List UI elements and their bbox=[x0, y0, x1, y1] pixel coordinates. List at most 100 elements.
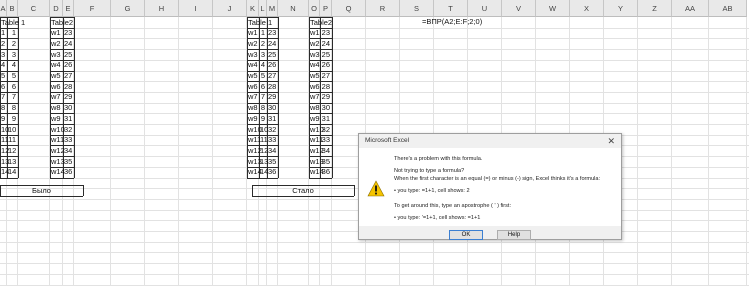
table2-value-cell[interactable]: 35 bbox=[64, 157, 72, 168]
column-header-e[interactable]: E bbox=[63, 0, 74, 17]
table1-key-cell[interactable]: 11 bbox=[1, 135, 9, 146]
lookup-result-cell[interactable]: 34 bbox=[268, 146, 276, 157]
table2-key-cell[interactable]: w3 bbox=[51, 50, 61, 61]
table2-value-cell[interactable]: 36 bbox=[321, 167, 330, 178]
column-header-f[interactable]: F bbox=[74, 0, 111, 17]
table1-key-cell[interactable]: 2 bbox=[1, 39, 5, 50]
table1-value-cell[interactable]: 10 bbox=[260, 125, 268, 136]
table2-key-cell[interactable]: w13 bbox=[51, 157, 65, 168]
table1-value-cell[interactable]: 6 bbox=[260, 82, 265, 93]
table1-key-cell[interactable]: w3 bbox=[248, 50, 258, 61]
table1-key-cell[interactable]: w8 bbox=[248, 103, 258, 114]
table2-key-cell[interactable]: w10 bbox=[310, 125, 324, 136]
table2-value-cell[interactable]: 26 bbox=[64, 60, 72, 71]
table2-key-cell[interactable]: w12 bbox=[310, 146, 324, 157]
table1-key-cell[interactable]: w10 bbox=[248, 125, 262, 136]
table1-key-cell[interactable]: 9 bbox=[1, 114, 5, 125]
table2-key-cell[interactable]: w1 bbox=[51, 28, 61, 39]
table1-value-cell[interactable]: 8 bbox=[8, 103, 16, 114]
column-header-ab[interactable]: AB bbox=[709, 0, 747, 17]
table2-value-cell[interactable]: 32 bbox=[321, 125, 330, 136]
table2-key-cell[interactable]: w11 bbox=[310, 135, 323, 146]
lookup-result-cell[interactable]: 24 bbox=[268, 39, 276, 50]
table1-header-after[interactable]: Table 1 bbox=[248, 18, 285, 29]
table2-key-cell[interactable]: w1 bbox=[310, 28, 320, 39]
table2-key-cell[interactable]: w6 bbox=[51, 82, 61, 93]
lookup-result-cell[interactable]: 29 bbox=[268, 92, 276, 103]
table2-key-cell[interactable]: w2 bbox=[51, 39, 61, 50]
lookup-result-cell[interactable]: 32 bbox=[268, 125, 276, 136]
table1-key-cell[interactable]: 1 bbox=[1, 28, 5, 39]
table1-key-cell[interactable]: 12 bbox=[1, 146, 9, 157]
column-header-d[interactable]: D bbox=[50, 0, 63, 17]
table2-key-cell[interactable]: w7 bbox=[310, 92, 320, 103]
table1-key-cell[interactable]: w12 bbox=[248, 146, 262, 157]
lookup-result-cell[interactable]: 31 bbox=[268, 114, 276, 125]
close-icon[interactable]: ✕ bbox=[607, 135, 615, 147]
column-header-aa[interactable]: AA bbox=[672, 0, 709, 17]
table2-key-cell[interactable]: w9 bbox=[310, 114, 320, 125]
table1-value-cell[interactable]: 12 bbox=[8, 146, 16, 157]
lookup-result-cell[interactable]: 33 bbox=[268, 135, 276, 146]
column-header-b[interactable]: B bbox=[7, 0, 18, 17]
table2-value-cell[interactable]: 23 bbox=[64, 28, 72, 39]
table2-value-cell[interactable]: 25 bbox=[64, 50, 72, 61]
table2-key-cell[interactable]: w6 bbox=[310, 82, 320, 93]
table2-key-cell[interactable]: w2 bbox=[310, 39, 320, 50]
table1-value-cell[interactable]: 8 bbox=[260, 103, 265, 114]
table1-key-cell[interactable]: w4 bbox=[248, 60, 258, 71]
table2-key-cell[interactable]: w7 bbox=[51, 92, 61, 103]
table1-value-cell[interactable]: 14 bbox=[260, 167, 268, 178]
table2-value-cell[interactable]: 27 bbox=[321, 71, 330, 82]
column-header-p[interactable]: P bbox=[320, 0, 332, 17]
table2-value-cell[interactable]: 35 bbox=[321, 157, 330, 168]
column-header-s[interactable]: S bbox=[400, 0, 434, 17]
table1-value-cell[interactable]: 10 bbox=[8, 125, 16, 136]
table1-value-cell[interactable]: 6 bbox=[8, 82, 16, 93]
column-header-k[interactable]: K bbox=[247, 0, 259, 17]
table1-key-cell[interactable]: w1 bbox=[248, 28, 258, 39]
table2-value-cell[interactable]: 30 bbox=[321, 103, 330, 114]
table1-key-cell[interactable]: w2 bbox=[248, 39, 258, 50]
lookup-result-cell[interactable]: 23 bbox=[268, 28, 276, 39]
column-header-w[interactable]: W bbox=[536, 0, 570, 17]
table1-value-cell[interactable]: 1 bbox=[260, 28, 265, 39]
table1-value-cell[interactable]: 9 bbox=[8, 114, 16, 125]
table1-key-cell[interactable]: 7 bbox=[1, 92, 5, 103]
table1-key-cell[interactable]: 10 bbox=[1, 125, 9, 136]
column-header-y[interactable]: Y bbox=[604, 0, 638, 17]
table2-value-cell[interactable]: 30 bbox=[64, 103, 72, 114]
table2-value-cell[interactable]: 34 bbox=[321, 146, 330, 157]
column-header-u[interactable]: U bbox=[468, 0, 502, 17]
column-header-o[interactable]: O bbox=[309, 0, 320, 17]
table1-value-cell[interactable]: 2 bbox=[8, 39, 16, 50]
table1-value-cell[interactable]: 11 bbox=[8, 135, 16, 146]
table2-value-cell[interactable]: 31 bbox=[64, 114, 72, 125]
table1-key-cell[interactable]: 5 bbox=[1, 71, 5, 82]
lookup-result-cell[interactable]: 28 bbox=[268, 82, 276, 93]
table1-value-cell[interactable]: 4 bbox=[260, 60, 265, 71]
column-header-v[interactable]: V bbox=[502, 0, 536, 17]
table2-key-cell[interactable]: w11 bbox=[51, 135, 64, 146]
table1-value-cell[interactable]: 5 bbox=[260, 71, 265, 82]
table2-value-cell[interactable]: 28 bbox=[64, 82, 72, 93]
column-header-x[interactable]: X bbox=[570, 0, 604, 17]
table1-key-cell[interactable]: w5 bbox=[248, 71, 258, 82]
column-header-g[interactable]: G bbox=[111, 0, 145, 17]
lookup-result-cell[interactable]: 36 bbox=[268, 167, 276, 178]
table2-key-cell[interactable]: w5 bbox=[51, 71, 61, 82]
table2-value-cell[interactable]: 29 bbox=[64, 92, 72, 103]
table2-key-cell[interactable]: w5 bbox=[310, 71, 320, 82]
table2-value-cell[interactable]: 25 bbox=[321, 50, 330, 61]
table1-key-cell[interactable]: w13 bbox=[248, 157, 262, 168]
table2-value-cell[interactable]: 26 bbox=[321, 60, 330, 71]
table2-header-before[interactable]: Table2 bbox=[51, 18, 78, 29]
column-header-z[interactable]: Z bbox=[638, 0, 672, 17]
column-header-r[interactable]: R bbox=[366, 0, 400, 17]
column-header-l[interactable]: L bbox=[259, 0, 267, 17]
lookup-result-cell[interactable]: 35 bbox=[268, 157, 276, 168]
ok-button[interactable]: OK bbox=[449, 230, 483, 240]
table2-key-cell[interactable]: w10 bbox=[51, 125, 65, 136]
column-header-h[interactable]: H bbox=[145, 0, 179, 17]
table1-key-cell[interactable]: 4 bbox=[1, 60, 5, 71]
